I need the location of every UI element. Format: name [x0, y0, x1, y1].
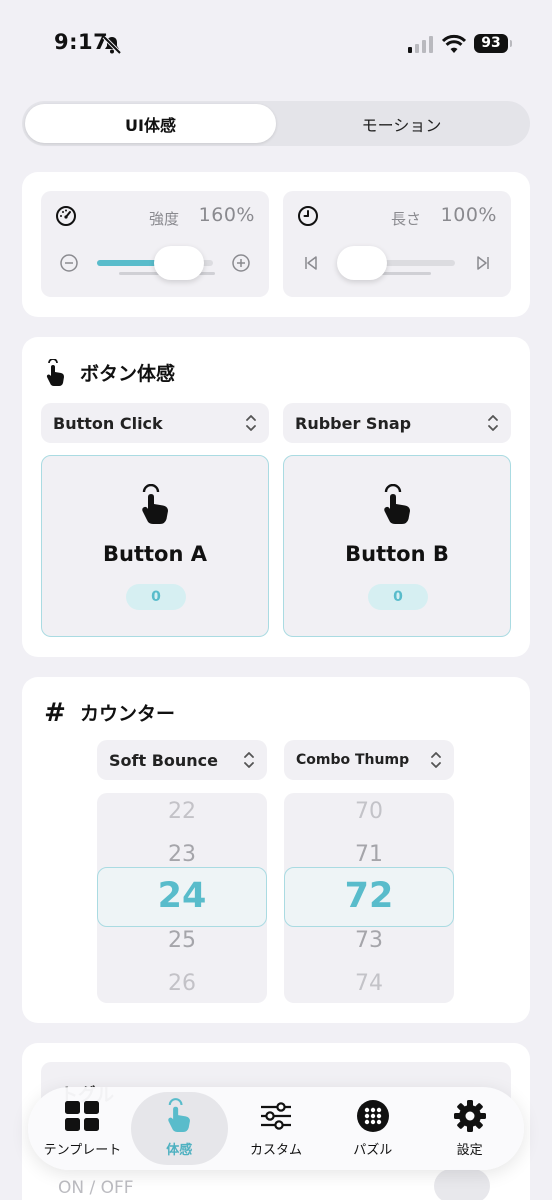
picker-row[interactable]: 23	[97, 842, 267, 867]
length-slider-panel: 長さ 100%	[283, 191, 511, 297]
counter-a-sound-value: Soft Bounce	[109, 750, 218, 770]
tab-label: 設定	[456, 1143, 483, 1158]
minus-circle-icon[interactable]	[59, 253, 79, 273]
picker-row[interactable]: 71	[284, 842, 454, 867]
strength-slider-panel: 強度 160%	[41, 191, 269, 297]
tab-feel[interactable]: 体感	[130, 1092, 228, 1165]
sliders-icon	[260, 1102, 291, 1130]
length-value: 100%	[440, 204, 497, 226]
bottom-tab-bar: テンプレート 体感 カスタム パズル 設定	[28, 1087, 524, 1170]
tab-label: カスタム	[249, 1143, 302, 1158]
picker-row[interactable]: 25	[97, 928, 267, 953]
chevron-up-down-icon	[488, 415, 498, 431]
counter-a-sound-select[interactable]: Soft Bounce	[97, 740, 267, 780]
segment-motion[interactable]: モーション	[276, 104, 527, 143]
button-b[interactable]: Button B 0	[283, 455, 511, 637]
counter-b-picker[interactable]: 70 71 72 73 74	[284, 793, 454, 1003]
picker-row[interactable]: 70	[284, 799, 454, 824]
button-a-count-badge: 0	[126, 584, 186, 610]
clock-icon	[298, 206, 318, 226]
counter-b-sound-value: Combo Thump	[296, 752, 410, 768]
hand-tap-icon	[168, 1098, 191, 1132]
counter-header: # カウンター	[42, 697, 176, 728]
button-b-sound-value: Rubber Snap	[295, 413, 412, 433]
tab-custom[interactable]: カスタム	[228, 1092, 325, 1165]
button-a[interactable]: Button A 0	[41, 455, 269, 637]
wifi-icon	[442, 34, 466, 53]
tab-templates[interactable]: テンプレート	[34, 1092, 131, 1165]
hand-tap-icon	[142, 484, 168, 524]
button-feel-title: ボタン体感	[80, 363, 176, 385]
counter-title: カウンター	[80, 703, 176, 725]
tab-label: パズル	[353, 1143, 393, 1158]
gear-icon	[453, 1100, 486, 1132]
length-slider-thumb[interactable]	[337, 246, 388, 280]
button-b-count-badge: 0	[368, 584, 428, 610]
status-bar: 9:17 93	[0, 0, 552, 90]
hand-tap-icon	[384, 484, 410, 524]
status-time: 9:17	[54, 30, 109, 54]
button-b-label: Button B	[345, 542, 449, 566]
hash-icon: #	[44, 697, 66, 728]
skip-back-icon[interactable]	[301, 253, 321, 273]
button-a-label: Button A	[103, 542, 207, 566]
counter-a-picker[interactable]: 22 23 24 25 26	[97, 793, 267, 1003]
plus-circle-icon[interactable]	[231, 253, 251, 273]
button-feel-card: ボタン体感 Button Click Rubber Snap Button A …	[22, 337, 530, 657]
bell-slash-icon	[102, 35, 122, 55]
button-b-sound-select[interactable]: Rubber Snap	[283, 403, 511, 443]
tab-puzzle[interactable]: パズル	[324, 1092, 421, 1165]
picker-row[interactable]: 22	[97, 799, 267, 824]
chevron-up-down-icon	[431, 752, 441, 768]
picker-row[interactable]: 26	[97, 971, 267, 996]
length-slider-subtrack	[377, 272, 431, 275]
cellular-signal-icon	[408, 36, 433, 53]
counter-b-sound-select[interactable]: Combo Thump	[284, 740, 454, 780]
strength-slider-thumb[interactable]	[154, 246, 205, 280]
picker-selected-value[interactable]: 24	[97, 876, 267, 916]
toggle-switch[interactable]	[434, 1169, 490, 1200]
toggle-label: ON / OFF	[58, 1178, 134, 1198]
haptic-sliders-card: 強度 160% 長さ 100%	[22, 172, 530, 317]
strength-value: 160%	[198, 204, 255, 226]
strength-label: 強度	[148, 210, 179, 228]
length-label: 長さ	[390, 210, 421, 228]
segment-ui-feel[interactable]: UI体感	[25, 104, 276, 143]
tab-label: テンプレート	[43, 1143, 122, 1158]
chevron-up-down-icon	[246, 415, 256, 431]
button-a-sound-value: Button Click	[53, 413, 163, 433]
button-feel-header: ボタン体感	[42, 358, 176, 386]
mode-segmented-control: UI体感 モーション	[22, 101, 530, 146]
picker-row[interactable]: 74	[284, 971, 454, 996]
keypad-circle-icon	[356, 1100, 389, 1132]
grid-icon	[65, 1101, 100, 1131]
chevron-up-down-icon	[244, 752, 254, 768]
tab-settings[interactable]: 設定	[421, 1092, 518, 1165]
hand-tap-icon	[46, 358, 64, 386]
picker-row[interactable]: 73	[284, 928, 454, 953]
skip-forward-icon[interactable]	[473, 253, 493, 273]
battery-indicator: 93	[474, 34, 512, 53]
counter-card: # カウンター Soft Bounce Combo Thump 22 23 24…	[22, 677, 530, 1023]
button-a-sound-select[interactable]: Button Click	[41, 403, 269, 443]
picker-selected-value[interactable]: 72	[284, 876, 454, 916]
speedometer-icon	[56, 206, 76, 226]
tab-label: 体感	[166, 1143, 193, 1158]
